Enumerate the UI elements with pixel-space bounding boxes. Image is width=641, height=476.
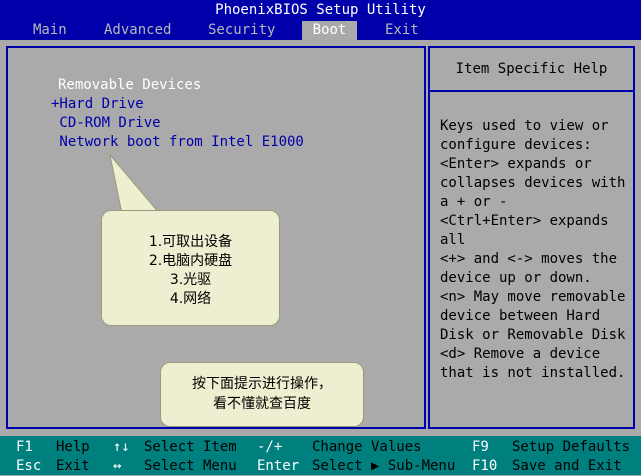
label-change-values: Change Values (312, 439, 422, 455)
label-save-and-exit: Save and Exit (512, 458, 622, 474)
key-f1: F1 (16, 439, 33, 455)
menu-security[interactable]: Security (208, 21, 275, 40)
callout-line-2: 2.电脑内硬盘 (148, 253, 233, 269)
removable-devices-heading[interactable]: Removable Devices (58, 77, 201, 93)
instruction-line-2: 看不懂就查百度 (213, 396, 311, 412)
instruction-callout: 按下面提示进行操作， 看不懂就查百度 (160, 362, 364, 427)
label-select-item: Select Item (144, 439, 237, 455)
devices-callout: 1.可取出设备 2.电脑内硬盘 3.光驱 4.网络 (101, 210, 280, 326)
menu-advanced[interactable]: Advanced (104, 21, 171, 40)
key-enter: Enter (257, 458, 300, 474)
menu-boot[interactable]: Boot (302, 21, 357, 40)
menu-main[interactable]: Main (33, 21, 67, 40)
key-minus-plus: -/+ (257, 439, 283, 455)
menu-exit[interactable]: Exit (385, 21, 419, 40)
key-f10: F10 (472, 458, 498, 474)
callout-line-1: 1.可取出设备 (148, 234, 233, 250)
label-select-sub-menu: Select ▶ Sub-Menu (312, 458, 456, 474)
help-text: Keys used to view or configure devices: … (440, 118, 626, 381)
instruction-line-1: 按下面提示进行操作， (192, 376, 332, 392)
label-setup-defaults: Setup Defaults (512, 439, 631, 455)
label-help: Help (56, 439, 90, 455)
boot-item-cdrom-drive[interactable]: CD-ROM Drive (51, 115, 160, 131)
key-up-down: ↑↓ (113, 439, 130, 455)
title-bar: PhoenixBIOS Setup Utility (0, 0, 641, 21)
menu-bar: Main Advanced Security Boot Exit (0, 21, 641, 40)
label-select-menu: Select Menu (144, 458, 237, 474)
callout-line-3: 3.光驱 (169, 272, 212, 288)
callout-line-4: 4.网络 (169, 291, 212, 307)
key-f9: F9 (472, 439, 489, 455)
label-exit: Exit (56, 458, 90, 474)
key-left-right: ↔ (113, 458, 122, 474)
key-esc: Esc (16, 458, 42, 474)
boot-item-hard-drive[interactable]: +Hard Drive (51, 96, 144, 112)
status-bar: F1 Help ↑↓ Select Item -/+ Change Values… (0, 436, 641, 475)
help-title: Item Specific Help (430, 48, 633, 92)
boot-item-network-boot[interactable]: Network boot from Intel E1000 (51, 134, 303, 150)
